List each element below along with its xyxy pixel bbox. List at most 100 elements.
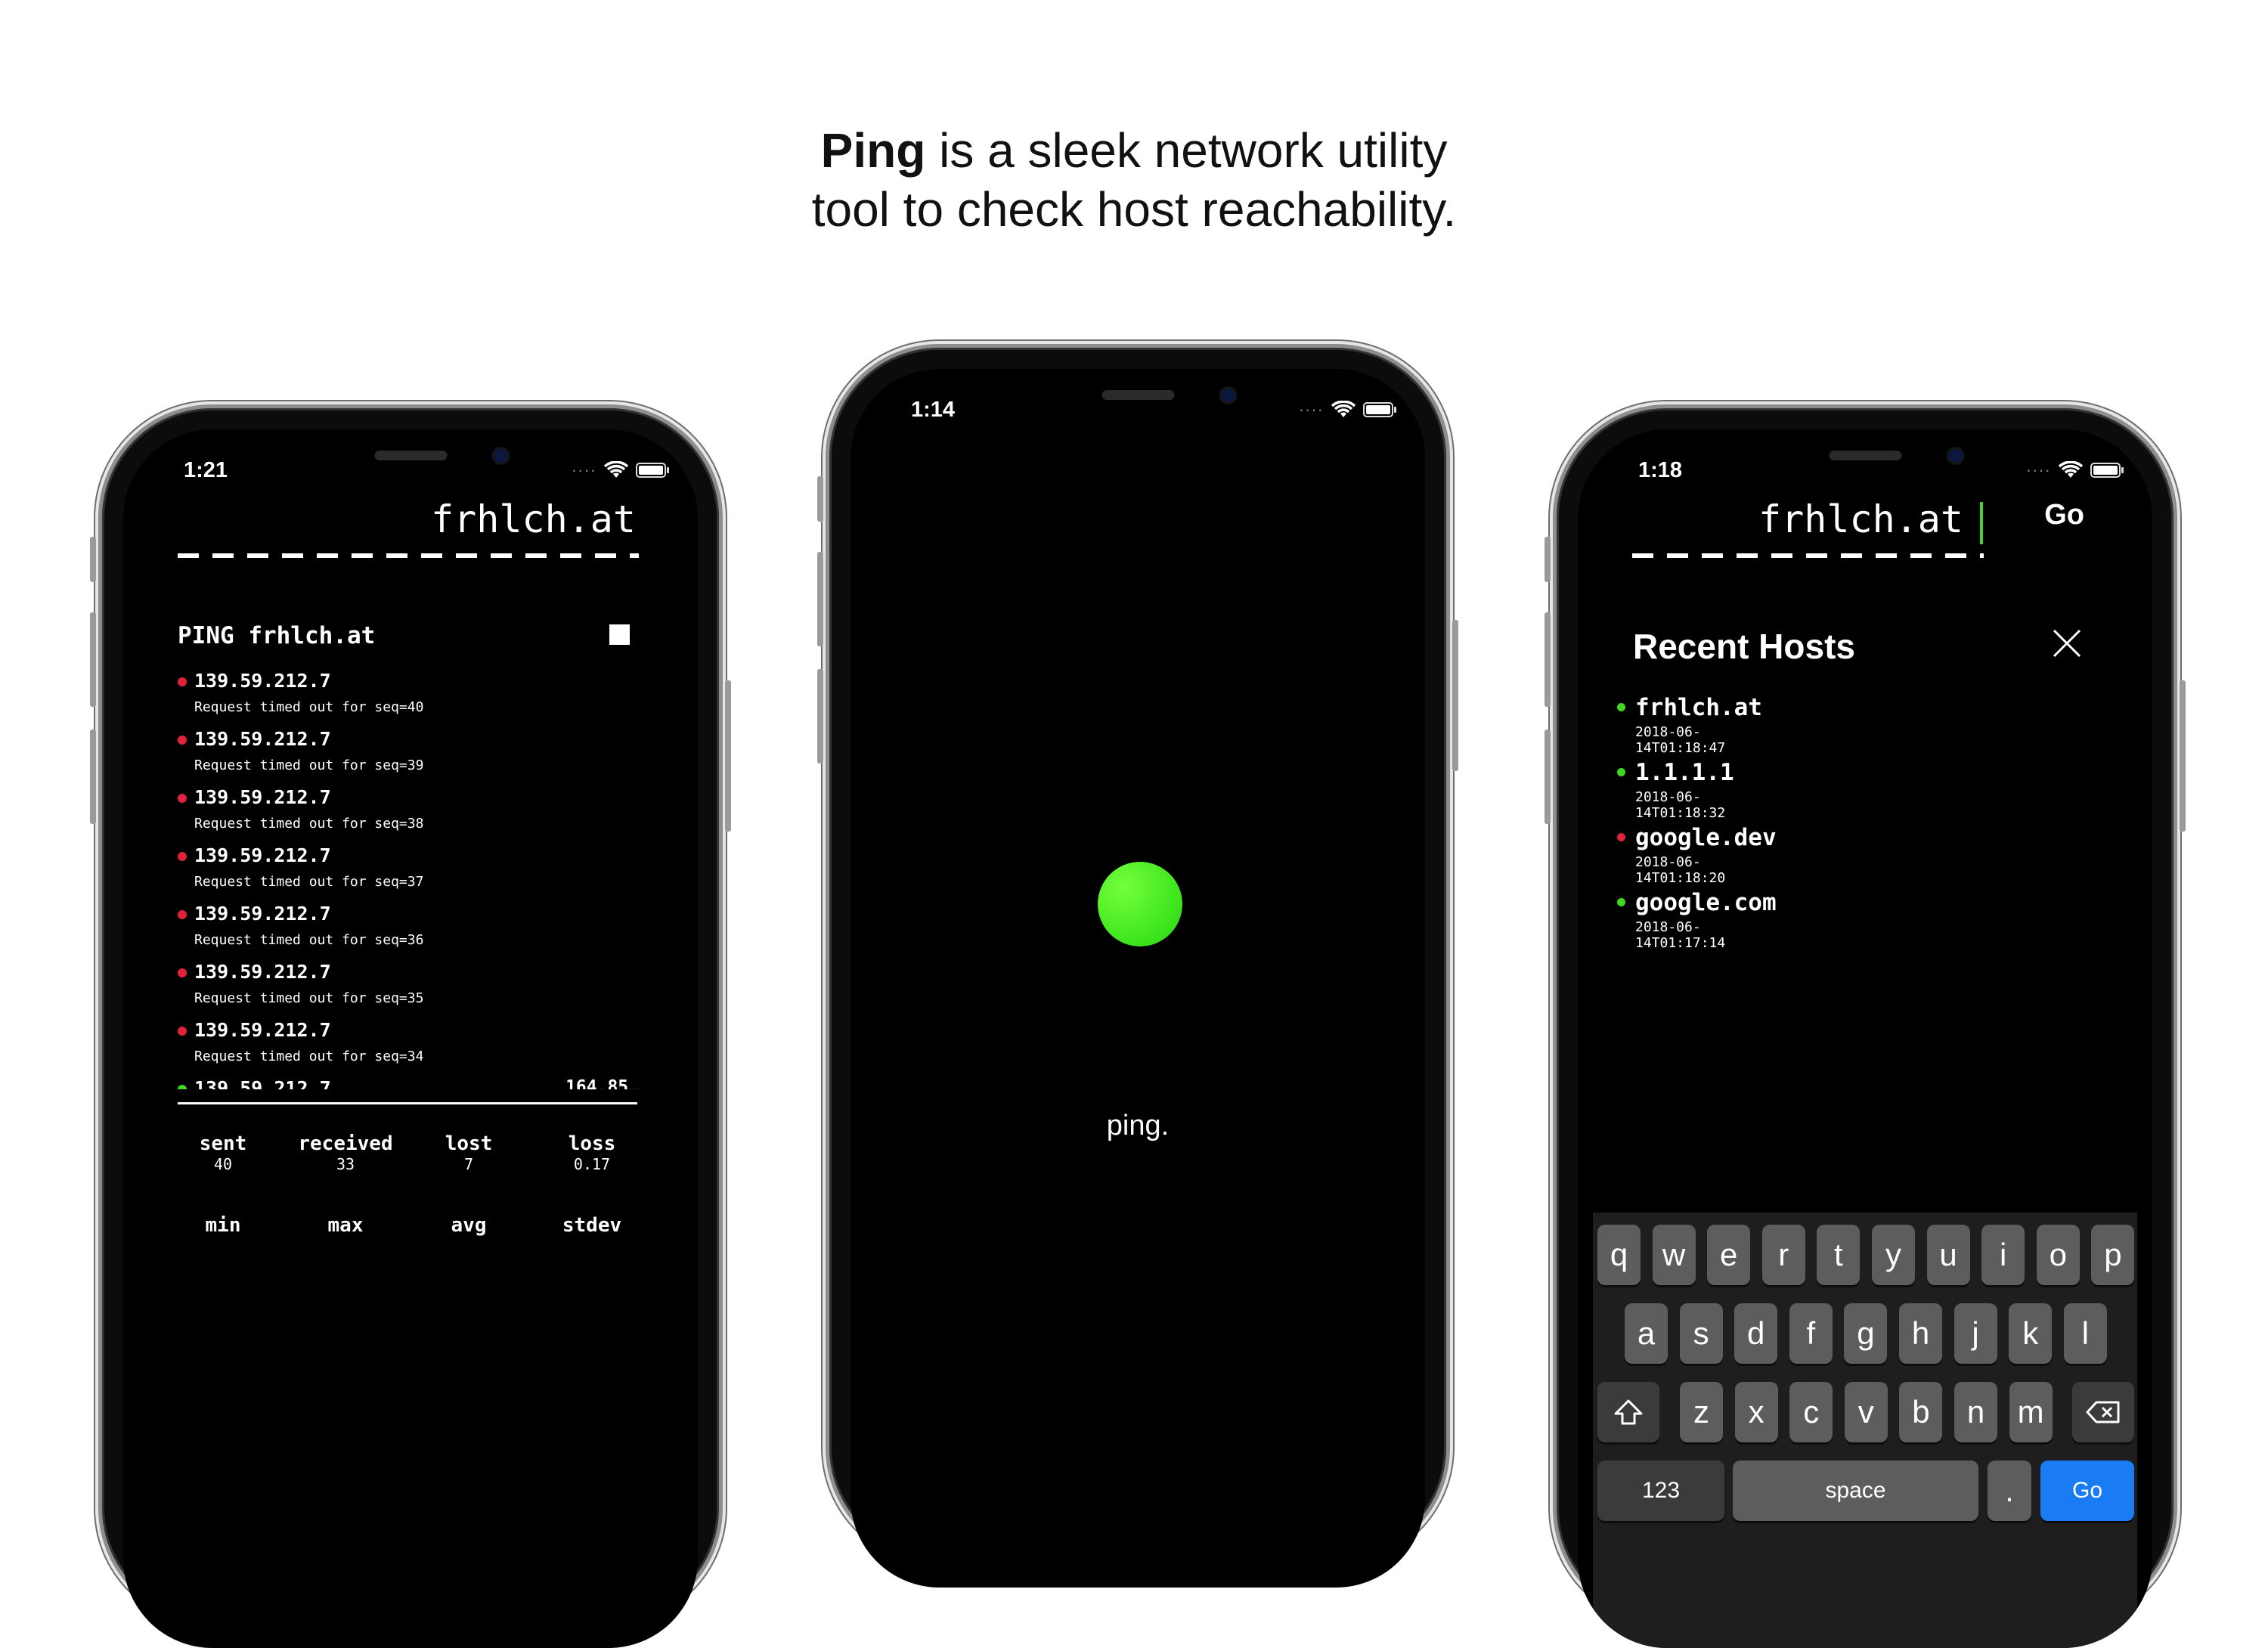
- signal-icon: ····: [2025, 460, 2051, 479]
- key-c[interactable]: c: [1789, 1382, 1833, 1442]
- key-y[interactable]: y: [1872, 1225, 1915, 1285]
- stat-label: min: [205, 1214, 241, 1237]
- key-t[interactable]: t: [1817, 1225, 1861, 1285]
- status-dot: [1617, 703, 1625, 711]
- recent-host-name: 1.1.1.1: [1635, 759, 1734, 786]
- volume-down-button: [1545, 730, 1551, 824]
- side-button: [725, 680, 731, 832]
- recent-host-name: google.com: [1635, 889, 1777, 916]
- stat-stdev: stdev: [539, 1214, 645, 1237]
- recent-host-date: 2018-06-14T01:17:14: [1635, 919, 1726, 951]
- key-i[interactable]: i: [1981, 1225, 2025, 1285]
- ping-log[interactable]: 139.59.212.7 Request timed out for seq=40…: [178, 670, 639, 1089]
- entry-ip: 139.59.212.7: [194, 1077, 331, 1089]
- entry-ip: 139.59.212.7: [194, 961, 331, 983]
- stat-value: 7: [463, 1155, 474, 1173]
- stop-square-icon[interactable]: [609, 624, 630, 645]
- stat-lost: lost 7: [416, 1132, 522, 1173]
- entry-ip: 139.59.212.7: [194, 1019, 331, 1041]
- recent-host-date: 2018-06-14T01:18:32: [1635, 789, 1726, 821]
- key-g[interactable]: g: [1844, 1303, 1888, 1364]
- key-d[interactable]: d: [1734, 1303, 1778, 1364]
- status-dot: [1617, 768, 1625, 776]
- ping-entry: 139.59.212.7 Request timed out for seq=40: [178, 670, 639, 728]
- period-key[interactable]: .: [1988, 1461, 2031, 1521]
- stat-label: received: [298, 1132, 393, 1155]
- stat-value: 40: [213, 1155, 233, 1173]
- backspace-icon: [2086, 1401, 2120, 1423]
- entry-detail: Request timed out for seq=39: [194, 757, 424, 773]
- volume-up-button: [1545, 612, 1551, 707]
- host-underline: [1632, 553, 1984, 558]
- backspace-key[interactable]: [2072, 1382, 2134, 1442]
- ping-status-indicator[interactable]: [1098, 862, 1182, 946]
- go-key[interactable]: Go: [2040, 1461, 2134, 1521]
- entry-detail: Request timed out for seq=37: [194, 874, 424, 890]
- key-l[interactable]: l: [2063, 1303, 2107, 1364]
- recent-host-name: google.dev: [1635, 824, 1777, 851]
- battery-icon: [2090, 463, 2124, 478]
- key-q[interactable]: q: [1597, 1225, 1641, 1285]
- close-icon[interactable]: [2051, 627, 2083, 659]
- key-k[interactable]: k: [2009, 1303, 2053, 1364]
- stat-value: 0.17: [573, 1155, 611, 1173]
- camera-icon: [1221, 389, 1235, 402]
- ping-entry: 139.59.212.7 Request timed out for seq=39: [178, 728, 639, 786]
- phone-right: 1:18 ···· frhlch.at Go Recent Hosts frhl…: [1545, 404, 2186, 1648]
- go-button[interactable]: Go: [2044, 499, 2084, 531]
- key-z[interactable]: z: [1680, 1382, 1723, 1442]
- notch: [257, 429, 564, 476]
- key-w[interactable]: w: [1652, 1225, 1696, 1285]
- key-a[interactable]: a: [1625, 1303, 1668, 1364]
- space-key[interactable]: space: [1733, 1461, 1978, 1521]
- shift-key[interactable]: [1597, 1382, 1659, 1442]
- key-n[interactable]: n: [1954, 1382, 1997, 1442]
- key-o[interactable]: o: [2036, 1225, 2080, 1285]
- stat-min: min: [170, 1214, 276, 1237]
- entry-detail: Request timed out for seq=34: [194, 1049, 424, 1064]
- status-dot: [178, 736, 187, 745]
- key-j[interactable]: j: [1954, 1303, 1997, 1364]
- speaker: [374, 451, 447, 460]
- status-icons: ····: [1299, 401, 1396, 419]
- status-dot: [1617, 833, 1625, 841]
- camera-icon: [1948, 449, 1962, 463]
- app-name: Ping: [820, 123, 926, 178]
- entry-detail: Request timed out for seq=38: [194, 816, 424, 832]
- key-r[interactable]: r: [1761, 1225, 1805, 1285]
- key-f[interactable]: f: [1789, 1303, 1833, 1364]
- key-p[interactable]: p: [2091, 1225, 2135, 1285]
- phone-center: 1:14 ···· ping.: [817, 344, 1458, 1588]
- volume-down-button: [817, 669, 823, 764]
- status-icons: ····: [2025, 460, 2124, 479]
- stat-max: max: [293, 1214, 398, 1237]
- key-h[interactable]: h: [1899, 1303, 1942, 1364]
- key-s[interactable]: s: [1679, 1303, 1723, 1364]
- entry-detail: Request timed out for seq=35: [194, 990, 424, 1006]
- key-x[interactable]: x: [1734, 1382, 1778, 1442]
- ping-entry: 139.59.212.7 Request timed out for seq=34: [178, 1019, 639, 1077]
- stat-loss: loss 0.17: [539, 1132, 645, 1173]
- host-input[interactable]: frhlch.at: [1758, 497, 1963, 541]
- host-field[interactable]: frhlch.at: [431, 497, 636, 541]
- ping-status-label: ping.: [1106, 1110, 1170, 1142]
- battery-icon: [636, 463, 669, 478]
- stat-label: max: [327, 1214, 364, 1237]
- key-v[interactable]: v: [1844, 1382, 1888, 1442]
- status-clock: 1:18: [1638, 458, 1683, 482]
- divider: [178, 1102, 637, 1104]
- stat-label: loss: [568, 1132, 616, 1155]
- numbers-key[interactable]: 123: [1597, 1461, 1724, 1521]
- key-e[interactable]: e: [1707, 1225, 1751, 1285]
- wifi-icon: [1331, 401, 1356, 417]
- screen: 1:21 ···· frhlch.at PING frhlch.at 139.5…: [123, 429, 698, 1648]
- status-dot: [178, 910, 187, 919]
- stat-value: 33: [336, 1155, 355, 1173]
- entry-detail: Request timed out for seq=36: [194, 932, 424, 948]
- key-u[interactable]: u: [1926, 1225, 1970, 1285]
- status-dot: [178, 1085, 187, 1089]
- key-b[interactable]: b: [1899, 1382, 1943, 1442]
- stat-label: lost: [445, 1132, 493, 1155]
- status-dot: [178, 968, 187, 977]
- key-m[interactable]: m: [2009, 1382, 2053, 1442]
